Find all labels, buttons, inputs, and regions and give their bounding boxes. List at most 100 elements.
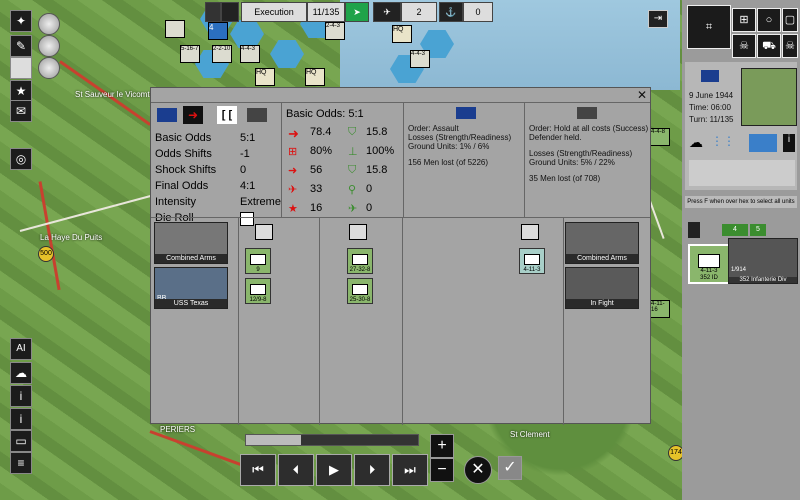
zoom-in-icon[interactable]: + <box>430 434 454 458</box>
support-card[interactable]: BB USS Texas <box>154 267 228 309</box>
map-unit-hq[interactable]: HQ <box>255 68 275 86</box>
star-tool-icon[interactable]: ★ <box>10 80 32 102</box>
counter-code: 27-32-8 <box>349 267 371 273</box>
info-icon[interactable]: i <box>10 385 32 407</box>
odds-value: Extreme <box>240 196 281 208</box>
shield-icon: ⛉ <box>348 126 357 138</box>
map-unit-hq[interactable]: HQ <box>392 25 412 43</box>
unit-symbol <box>524 254 540 265</box>
play-icon[interactable]: ▶ <box>316 454 352 486</box>
selected-unit[interactable]: 4-11-3 352 ID <box>688 244 730 284</box>
previous-icon[interactable]: ⏴ <box>278 454 314 486</box>
turn-info: 9 June 1944 Time: 06:00 Turn: 11/135 ☁ ⋮… <box>685 62 797 190</box>
artillery-counter[interactable]: 12/9-8 <box>245 278 271 304</box>
naval-count: 0 <box>463 2 493 22</box>
attack-stat: 16 <box>310 202 323 214</box>
divider <box>319 218 320 425</box>
defense-stat: 15.8 <box>366 164 388 176</box>
map-unit-counter[interactable] <box>165 20 185 38</box>
zoom-out-icon[interactable]: − <box>430 458 454 482</box>
playback-slider[interactable] <box>245 434 419 446</box>
infantry-counter[interactable]: 25-30-8 <box>347 278 373 304</box>
card-label: Combined Arms <box>566 254 638 263</box>
defender-card[interactable]: In Fight <box>565 267 639 309</box>
ring-icon[interactable]: ○ <box>757 8 781 32</box>
circle-button[interactable] <box>38 13 60 35</box>
german-losses-title: Losses (Strength/Readiness) <box>529 149 633 158</box>
map-label: La Haye Du Puits <box>40 233 103 242</box>
exit-icon[interactable]: ⇥ <box>648 10 668 28</box>
map-unit-counter[interactable]: 4-4-3 <box>410 50 430 68</box>
allied-men-lost: 156 Men lost (of 5226) <box>408 158 489 167</box>
envelope-icon[interactable]: ✉ <box>10 100 32 122</box>
skull-icon[interactable]: ☠ <box>732 34 756 58</box>
naval-icon[interactable]: ⚓ <box>439 2 463 22</box>
defender-card[interactable]: Combined Arms <box>565 222 639 264</box>
air-icon[interactable]: ✈ <box>373 2 401 22</box>
odds-value: 4:1 <box>240 180 256 192</box>
formation-icon[interactable]: ⊞ <box>732 8 756 32</box>
basic-odds-header: Basic Odds: 5:1 <box>286 108 364 120</box>
ai-button[interactable]: AI <box>10 338 32 360</box>
allied-losses-title: Losses (Strength/Readiness) <box>408 133 512 142</box>
close-icon[interactable]: ✕ <box>637 88 647 102</box>
skip-first-icon[interactable]: ⏮ <box>240 454 276 486</box>
monitor-icon[interactable]: ▭ <box>10 430 32 452</box>
next-icon[interactable]: ⏵ <box>354 454 390 486</box>
unit-code: 4-11-3 <box>700 268 718 274</box>
paint-tool-icon[interactable]: ✎ <box>10 35 32 57</box>
skull-alt-icon[interactable]: ☠ <box>782 34 798 58</box>
right-panel: ⌗ ⊞ ○ ▢ ☠ ⛟ ☠ 9 June 1944 Time: 06:00 Tu… <box>682 0 800 500</box>
menu-icon[interactable] <box>205 2 221 22</box>
map-unit-hq[interactable]: HQ <box>305 68 325 86</box>
target-icon[interactable]: ◎ <box>10 148 32 170</box>
defender-counter[interactable]: 4-11-3 <box>519 248 545 274</box>
phase-icon[interactable] <box>221 2 239 22</box>
shield-defense-icon: ⛉ <box>348 164 357 176</box>
minimap[interactable] <box>741 68 797 126</box>
map-unit-counter[interactable]: 2-2-10 <box>212 45 232 63</box>
map-unit-counter[interactable]: 4-4-8 <box>650 128 670 146</box>
info-icon[interactable]: i <box>783 134 795 152</box>
arrow-right-icon[interactable]: ➤ <box>345 2 369 22</box>
map-unit-counter[interactable]: 4-11-16 <box>650 300 670 318</box>
settings-sliders-icon[interactable]: ≡ <box>10 452 32 474</box>
artillery-counter[interactable]: 9 <box>245 248 271 274</box>
combat-result-dialog: ✕ ➜ [ [ Basic Odds 5:1 Odds Shifts -1 Sh… <box>150 87 651 425</box>
allied-result-panel: Order: Assault Losses (Strength/Readines… <box>404 102 525 217</box>
confirm-icon[interactable]: ✓ <box>498 456 522 480</box>
air-count: 2 <box>401 2 437 22</box>
attack-stat: 78.4 <box>310 126 332 138</box>
road-marker: 500 <box>38 246 54 262</box>
strength-panel: Basic Odds: 5:1 ➜ 78.4 ⊞ 80% ➜ 56 ✈ 33 ★… <box>282 102 404 217</box>
unit-tool-icon[interactable]: ✦ <box>10 10 32 32</box>
select-tool-icon[interactable] <box>10 57 32 79</box>
badge-green: 4 <box>722 224 748 236</box>
cancel-icon[interactable]: ✕ <box>464 456 492 484</box>
tank-icon[interactable]: ⛟ <box>757 34 781 58</box>
circle-button[interactable] <box>38 35 60 57</box>
date-text: 9 June 1944 <box>689 91 734 100</box>
turn-counter: 11/135 <box>307 2 345 22</box>
support-card[interactable]: Combined Arms <box>154 222 228 264</box>
combat-units-area: Combined Arms BB USS Texas 9 12/9-8 27-3… <box>151 217 650 425</box>
counter-code: 12/9-8 <box>249 297 267 303</box>
unit-select-icon[interactable]: ⌗ <box>687 5 731 49</box>
infantry-counter[interactable]: 27-32-8 <box>347 248 373 274</box>
map-unit-counter[interactable]: 5-16-7 <box>180 45 200 63</box>
info-alt-icon[interactable]: i <box>10 408 32 430</box>
circle-button[interactable] <box>38 57 60 79</box>
map-unit-counter[interactable]: 4 <box>208 22 228 40</box>
map-unit-counter[interactable]: 2-4-3 <box>325 22 345 40</box>
badge-green: 5 <box>750 224 766 236</box>
unit-portrait[interactable]: 1/914 352 Infanterie Div <box>728 238 798 284</box>
hierarchy-defense-icon: ⊥ <box>348 146 358 158</box>
skip-last-icon[interactable]: ⏭ <box>392 454 428 486</box>
odds-label: Final Odds <box>155 180 209 192</box>
unit-symbol <box>698 254 720 268</box>
german-men-lost: 35 Men lost (of 708) <box>529 174 601 183</box>
window-icon[interactable]: ▢ <box>782 8 798 32</box>
allied-flag-icon <box>456 107 476 119</box>
map-unit-counter[interactable]: 4-4-3 <box>240 45 260 63</box>
cloud-icon[interactable]: ☁ <box>10 362 32 384</box>
